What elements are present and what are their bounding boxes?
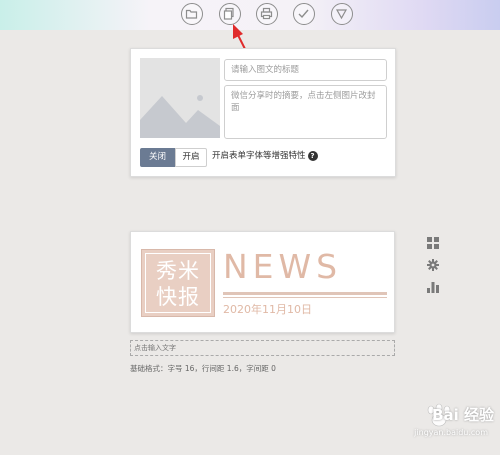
watermark-text: Bai 经验 — [432, 406, 494, 424]
image-icon — [140, 58, 220, 138]
cover-image-placeholder[interactable] — [140, 58, 220, 138]
news-template-card[interactable]: 秀米 快报 NEWS 2020年11月10日 — [130, 231, 395, 333]
stamp-line-2: 快报 — [156, 285, 200, 309]
format-info: 基础格式：字号 16，行间距 1.6，字间距 0 — [130, 364, 276, 373]
headline-rule-thin — [223, 297, 387, 298]
summary-textarea[interactable]: 微信分享时的摘要，点击左侧图片改封面 — [224, 85, 387, 139]
watermark-url: jingyan.baidu.com — [414, 428, 488, 437]
stamp-line-1: 秀米 — [156, 259, 200, 283]
news-date: 2020年11月10日 — [223, 303, 312, 316]
bar-chart-icon[interactable] — [427, 281, 439, 293]
stamp-block: 秀米 快报 — [141, 249, 215, 317]
grid-icon[interactable] — [427, 237, 439, 249]
gear-icon[interactable] — [427, 259, 439, 271]
news-headline: NEWS — [223, 247, 343, 286]
text-input-area[interactable]: 点击输入文字 — [130, 340, 395, 356]
help-icon[interactable]: ? — [307, 150, 318, 161]
feature-label-text: 开启表单字体等增强特性 — [212, 151, 306, 161]
feature-label: 开启表单字体等增强特性? — [212, 148, 318, 165]
toggle-on-button[interactable]: 开启 — [175, 148, 207, 167]
title-input[interactable]: 请输入图文的标题 — [224, 59, 387, 81]
headline-rule-thick — [223, 292, 387, 295]
article-cover-card: 请输入图文的标题 微信分享时的摘要，点击左侧图片改封面 关闭 开启 开启表单字体… — [130, 48, 396, 177]
toggle-off-button[interactable]: 关闭 — [140, 148, 175, 167]
